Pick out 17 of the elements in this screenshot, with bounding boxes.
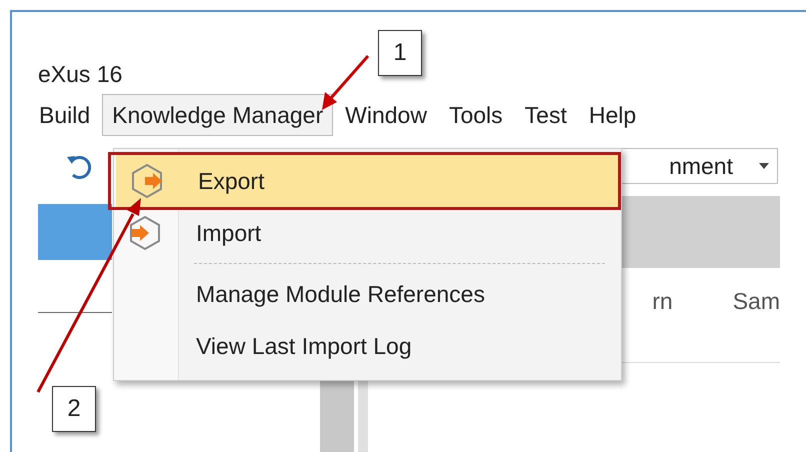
menu-item[interactable]: Tools bbox=[438, 94, 513, 136]
menu-item[interactable]: Window bbox=[335, 94, 437, 136]
menu-item[interactable]: Build bbox=[38, 94, 100, 136]
menu-option[interactable]: Manage Module References bbox=[114, 268, 621, 320]
window-title: eXus 16 bbox=[38, 61, 122, 88]
caret-icon bbox=[759, 163, 769, 169]
hexagon-arrow-icon bbox=[131, 163, 165, 199]
callout-number: 1 bbox=[378, 30, 422, 76]
menu-option[interactable]: View Last Import Log bbox=[114, 320, 621, 372]
column-header: Sam bbox=[732, 288, 780, 316]
column-header: rn bbox=[652, 288, 673, 316]
menu-option[interactable]: Import bbox=[114, 207, 621, 259]
menu-item[interactable]: Knowledge Manager bbox=[102, 94, 334, 136]
callout-number: 2 bbox=[52, 386, 96, 432]
menu-item[interactable]: Help bbox=[578, 94, 646, 136]
hexagon-arrow-icon bbox=[129, 215, 163, 251]
menu-item[interactable]: Test bbox=[514, 94, 577, 136]
